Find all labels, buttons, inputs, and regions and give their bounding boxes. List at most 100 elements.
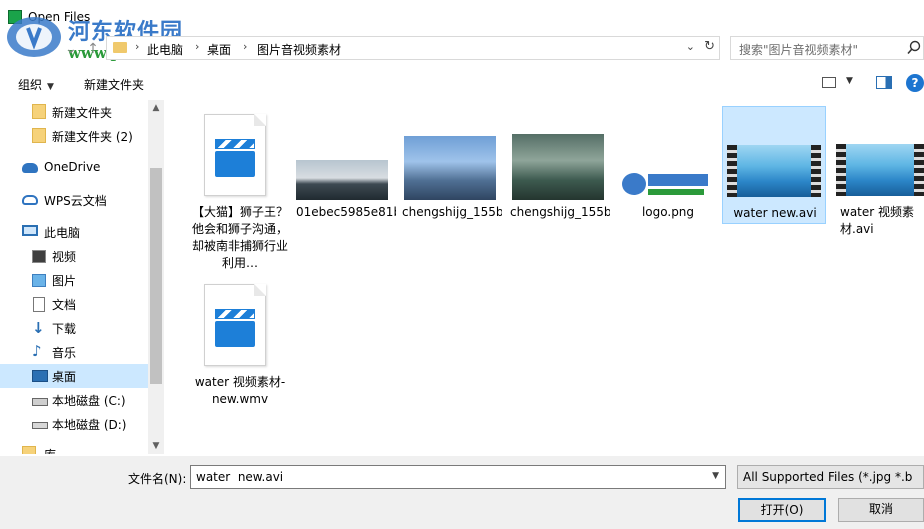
libraries-icon <box>22 446 36 454</box>
search-icon[interactable] <box>907 40 921 56</box>
film-strip-icon <box>836 144 846 196</box>
wps-cloud-icon <box>22 195 38 205</box>
water-video-thumb <box>727 145 821 197</box>
file-name: water new.avi <box>733 206 817 220</box>
file-name: chengshijg_155b.jpg <box>402 205 502 219</box>
navigation-pane: 新建文件夹 新建文件夹 (2) OneDrive WPS云文档 此电脑 视频 图… <box>0 100 164 454</box>
nav-item-label: 桌面 <box>52 370 77 384</box>
film-strip-icon <box>727 145 737 197</box>
nav-item-pictures[interactable]: 图片 <box>0 268 148 292</box>
nav-item-libraries[interactable]: 库 <box>0 442 148 454</box>
window-title: Open Files <box>28 10 91 24</box>
refresh-icon[interactable]: ↻ <box>704 39 715 54</box>
documents-icon <box>33 297 45 312</box>
title-bar: Open Files <box>0 0 924 34</box>
nav-item-label: 此电脑 <box>44 226 81 240</box>
nav-item-label: 音乐 <box>52 346 77 360</box>
nav-item-music[interactable]: ♪ 音乐 <box>0 340 148 364</box>
breadcrumb-separator: › <box>135 40 140 53</box>
nav-item-label: 文档 <box>52 298 77 312</box>
file-item[interactable]: chengshijg_155b_Result.png <box>508 108 612 278</box>
video-file-icon <box>204 284 266 366</box>
nav-item-label: 库 <box>44 446 56 454</box>
nav-item-drive-d[interactable]: 本地磁盘 (D:) <box>0 412 148 436</box>
file-item[interactable]: water 视频素材.avi <box>832 108 924 278</box>
file-name: water 视频素材.avi <box>840 205 915 236</box>
nav-item-label: 新建文件夹 (2) <box>52 130 133 144</box>
architecture-photo <box>296 160 388 200</box>
file-name: water 视频素材-new.wmv <box>194 375 286 406</box>
chevron-down-icon[interactable]: ▼ <box>712 471 719 481</box>
file-item[interactable]: water 视频素材-new.wmv <box>188 278 292 418</box>
cancel-button[interactable]: 取消 <box>838 498 924 522</box>
nav-item-label: 图片 <box>52 274 77 288</box>
filetype-select[interactable]: All Supported Files (*.jpg *.b <box>737 465 924 489</box>
nav-item-videos[interactable]: 视频 <box>0 244 148 268</box>
water-video-thumb <box>836 144 924 196</box>
filename-value: water new.avi <box>196 470 284 484</box>
recent-locations-icon[interactable]: ⌄ <box>62 40 80 58</box>
drive-d-icon <box>32 422 48 429</box>
nav-item-label: 下载 <box>52 322 77 336</box>
view-options-icon[interactable] <box>822 77 836 88</box>
nav-item-label: 本地磁盘 (C:) <box>52 394 126 408</box>
scroll-down-icon[interactable]: ▼ <box>148 438 164 454</box>
app-icon <box>8 10 22 24</box>
nav-item-drive-c[interactable]: 本地磁盘 (C:) <box>0 388 148 412</box>
nav-item-label: 本地磁盘 (D:) <box>52 418 127 432</box>
file-item[interactable]: chengshijg_155b.jpg <box>400 108 504 278</box>
file-name: logo.png <box>641 205 695 219</box>
file-item[interactable]: 01ebec5985e81b00000021293dad40.jpg@1280w… <box>294 108 398 278</box>
filename-input[interactable]: water new.avi ▼ <box>190 465 726 489</box>
file-name: chengshijg_155b_Result.png <box>510 205 610 219</box>
breadcrumb-desktop[interactable]: 桌面 <box>207 41 231 58</box>
nav-item-wps-cloud[interactable]: WPS云文档 <box>0 188 148 212</box>
nav-item-onedrive[interactable]: OneDrive <box>0 156 148 180</box>
address-bar[interactable]: › 此电脑 › 桌面 › 图片音视频素材 ⌄ ↻ <box>106 36 720 60</box>
nav-item-label: 新建文件夹 <box>52 106 113 120</box>
open-button[interactable]: 打开(O) <box>738 498 826 522</box>
downloads-icon: ↓ <box>32 319 45 337</box>
file-item-selected[interactable]: water new.avi <box>722 106 826 224</box>
nav-item-this-pc[interactable]: 此电脑 <box>0 220 148 244</box>
scroll-thumb[interactable] <box>150 168 162 384</box>
command-bar: 组织 ▼ 新建文件夹 ▼ ? <box>0 70 924 98</box>
new-folder-button[interactable]: 新建文件夹 <box>84 76 144 93</box>
nav-item-label: 视频 <box>52 250 77 264</box>
folder-icon <box>32 128 46 143</box>
scroll-up-icon[interactable]: ▲ <box>148 100 164 116</box>
organize-button[interactable]: 组织 ▼ <box>18 76 54 93</box>
film-strip-icon <box>914 144 924 196</box>
file-item[interactable]: 【大猫】狮子王？他会和狮子沟通，却被南非捕狮行业利用… <box>188 108 292 278</box>
address-row: ⌄ ↑ › 此电脑 › 桌面 › 图片音视频素材 ⌄ ↻ 搜索"图片音视频素材" <box>0 36 924 62</box>
nav-item-new-folder-2[interactable]: 新建文件夹 (2) <box>0 124 148 148</box>
computer-icon <box>22 225 38 236</box>
nav-scrollbar[interactable]: ▲ ▼ <box>148 100 164 454</box>
file-item[interactable]: logo.png <box>616 108 720 278</box>
logo-image-icon <box>622 173 708 195</box>
breadcrumb-separator: › <box>195 40 200 53</box>
search-input[interactable]: 搜索"图片音视频素材" <box>730 36 924 60</box>
pictures-icon <box>32 274 46 287</box>
up-arrow-icon[interactable]: ↑ <box>84 40 102 58</box>
nav-item-downloads[interactable]: ↓ 下载 <box>0 316 148 340</box>
file-list: 【大猫】狮子王？他会和狮子沟通，却被南非捕狮行业利用… 01ebec5985e8… <box>166 100 924 454</box>
nav-item-new-folder[interactable]: 新建文件夹 <box>0 100 148 124</box>
onedrive-icon <box>22 163 38 173</box>
caret-down-icon[interactable]: ▼ <box>846 76 853 86</box>
nav-item-documents[interactable]: 文档 <box>0 292 148 316</box>
organize-label: 组织 <box>18 78 43 92</box>
help-icon[interactable]: ? <box>906 74 924 92</box>
music-icon: ♪ <box>32 342 42 360</box>
breadcrumb-separator: › <box>243 40 248 53</box>
video-file-icon <box>204 114 266 196</box>
breadcrumb-current-folder[interactable]: 图片音视频素材 <box>257 41 341 58</box>
chevron-down-icon[interactable]: ⌄ <box>686 40 695 53</box>
nav-item-label: OneDrive <box>44 160 101 174</box>
nav-item-desktop[interactable]: 桌面 <box>0 364 148 388</box>
preview-pane-icon[interactable] <box>876 76 892 89</box>
breadcrumb-this-pc[interactable]: 此电脑 <box>147 41 183 58</box>
logo-image <box>620 168 712 200</box>
desktop-icon <box>32 370 48 382</box>
folder-icon <box>113 42 127 53</box>
